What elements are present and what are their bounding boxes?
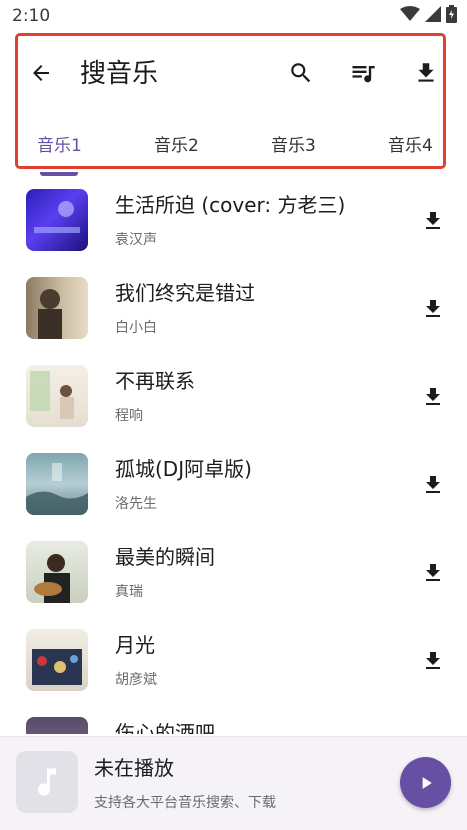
download-button[interactable] bbox=[418, 646, 448, 676]
song-artist: 胡彦斌 bbox=[115, 672, 157, 688]
playlist-button[interactable] bbox=[348, 58, 378, 88]
search-icon bbox=[291, 63, 311, 83]
arrow-back-icon bbox=[33, 65, 49, 81]
song-row[interactable]: 生活所迫 (cover: 方老三) 袁汉声 bbox=[0, 176, 467, 264]
album-cover bbox=[26, 277, 88, 339]
queue-music-icon bbox=[352, 66, 375, 83]
download-icon bbox=[426, 388, 440, 405]
player-subtitle: 支持各大平台音乐搜索、下载 bbox=[94, 795, 276, 811]
download-button[interactable] bbox=[418, 382, 448, 412]
song-row[interactable]: 月光 胡彦斌 bbox=[0, 616, 467, 704]
download-icon bbox=[426, 300, 440, 317]
download-button[interactable] bbox=[418, 206, 448, 236]
album-cover bbox=[26, 453, 88, 515]
download-all-button[interactable] bbox=[411, 58, 441, 88]
page-title: 搜音乐 bbox=[80, 59, 159, 89]
song-row[interactable]: 伤心的酒吧 bbox=[0, 704, 467, 734]
mini-player[interactable]: 未在播放 支持各大平台音乐搜索、下载 bbox=[0, 736, 467, 830]
song-title: 最美的瞬间 bbox=[115, 545, 215, 569]
wifi-icon bbox=[400, 6, 420, 21]
tab-music-3[interactable]: 音乐3 bbox=[271, 134, 316, 158]
song-title: 伤心的酒吧 bbox=[115, 721, 215, 734]
status-bar: 2:10 bbox=[0, 0, 467, 32]
download-icon bbox=[418, 63, 434, 82]
download-icon bbox=[426, 652, 440, 669]
song-list[interactable]: 生活所迫 (cover: 方老三) 袁汉声 我们终究是错过 白小白 不再联系 程… bbox=[0, 176, 467, 734]
song-row[interactable]: 孤城(DJ阿卓版) 洛先生 bbox=[0, 440, 467, 528]
album-cover bbox=[26, 541, 88, 603]
song-row[interactable]: 我们终究是错过 白小白 bbox=[0, 264, 467, 352]
download-button[interactable] bbox=[418, 470, 448, 500]
song-artist: 洛先生 bbox=[115, 496, 157, 512]
source-tabs: 音乐1 音乐2 音乐3 音乐4 bbox=[18, 134, 443, 164]
back-button[interactable] bbox=[26, 58, 56, 88]
album-cover bbox=[26, 365, 88, 427]
song-title: 生活所迫 (cover: 方老三) bbox=[115, 193, 346, 217]
search-button[interactable] bbox=[286, 58, 316, 88]
song-row[interactable]: 最美的瞬间 真瑞 bbox=[0, 528, 467, 616]
tab-music-4[interactable]: 音乐4 bbox=[388, 134, 433, 158]
battery-icon bbox=[446, 5, 457, 23]
song-title: 我们终究是错过 bbox=[115, 281, 255, 305]
download-button[interactable] bbox=[418, 294, 448, 324]
play-icon bbox=[422, 776, 432, 789]
music-note-icon bbox=[38, 768, 56, 796]
album-cover bbox=[26, 717, 88, 734]
play-button[interactable] bbox=[400, 757, 451, 808]
song-artist: 程响 bbox=[115, 408, 143, 424]
download-icon bbox=[426, 564, 440, 581]
player-cover bbox=[16, 751, 78, 813]
status-icons bbox=[400, 5, 457, 23]
song-title: 孤城(DJ阿卓版) bbox=[115, 457, 252, 481]
song-artist: 白小白 bbox=[115, 320, 157, 336]
tab-music-2[interactable]: 音乐2 bbox=[154, 134, 199, 158]
album-cover bbox=[26, 629, 88, 691]
app-header: 搜音乐 音乐1 音乐2 音乐3 音乐4 bbox=[15, 33, 446, 169]
player-title: 未在播放 bbox=[94, 756, 174, 780]
status-time: 2:10 bbox=[12, 6, 51, 26]
download-icon bbox=[426, 476, 440, 493]
album-cover bbox=[26, 189, 88, 251]
song-row[interactable]: 不再联系 程响 bbox=[0, 352, 467, 440]
tab-music-1[interactable]: 音乐1 bbox=[37, 134, 82, 158]
download-icon bbox=[426, 212, 440, 229]
song-artist: 袁汉声 bbox=[115, 232, 157, 248]
download-button[interactable] bbox=[418, 558, 448, 588]
song-title: 不再联系 bbox=[115, 369, 195, 393]
song-artist: 真瑞 bbox=[115, 584, 143, 600]
song-title: 月光 bbox=[115, 633, 155, 657]
signal-icon bbox=[425, 6, 441, 22]
